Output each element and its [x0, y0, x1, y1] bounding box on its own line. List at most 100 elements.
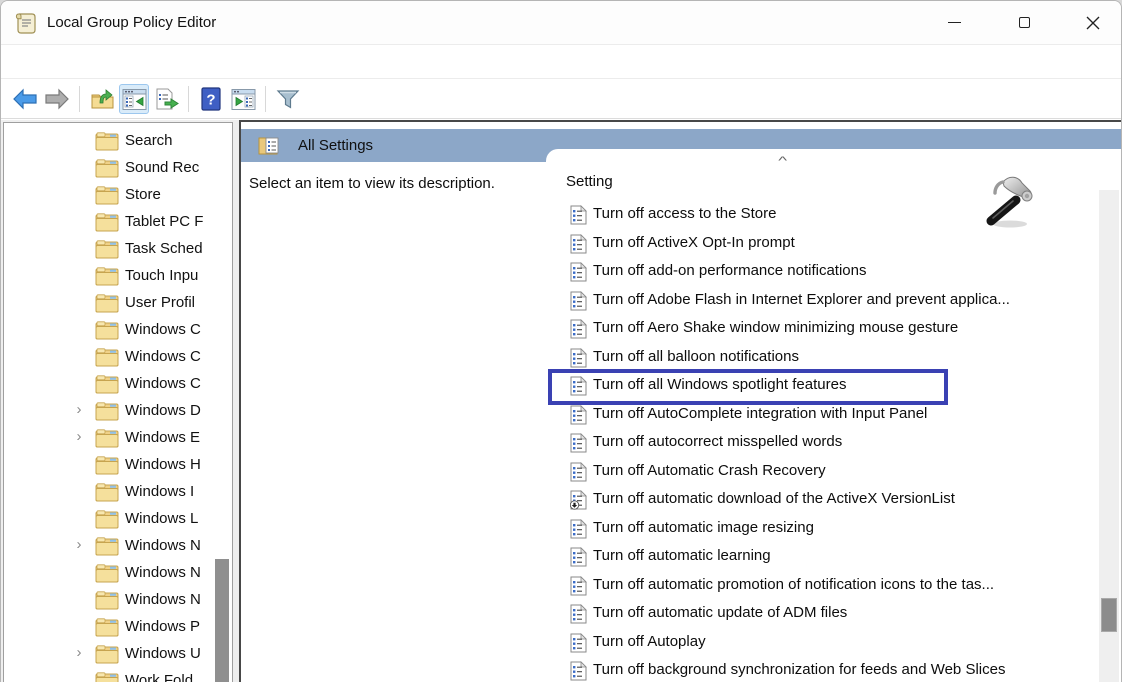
back-arrow-icon [12, 87, 38, 111]
tree-item[interactable]: › Sound Rec [4, 155, 232, 182]
settings-row-label: Turn off ActiveX Opt-In prompt [593, 234, 795, 251]
folder-icon [95, 456, 119, 475]
settings-row[interactable]: Turn off automatic update of ADM files [546, 600, 1097, 629]
folder-icon [95, 159, 119, 178]
sort-ascending-icon[interactable]: ^ [778, 155, 787, 167]
tree-item[interactable]: › Windows E [4, 425, 232, 452]
tree-item[interactable]: › Windows N [4, 533, 232, 560]
tree-item-label: Store [125, 186, 213, 203]
policy-icon [570, 234, 587, 254]
tree-item[interactable]: › Windows L [4, 506, 232, 533]
folder-icon [95, 672, 119, 682]
settings-row[interactable]: Turn off automatic promotion of notifica… [546, 572, 1097, 601]
tree-item-label: Work Fold [125, 672, 213, 682]
tree-item[interactable]: › Windows N [4, 587, 232, 614]
settings-row-label: Turn off automatic update of ADM files [593, 604, 847, 621]
show-console-tree-button[interactable] [119, 84, 149, 114]
export-list-button[interactable] [151, 84, 181, 114]
settings-row[interactable]: Turn off autocorrect misspelled words [546, 429, 1097, 458]
settings-row[interactable]: Turn off AutoComplete integration with I… [546, 401, 1097, 430]
tree-item[interactable]: › Task Sched [4, 236, 232, 263]
menu-item[interactable] [76, 59, 80, 65]
tree-item[interactable]: › Windows C [4, 344, 232, 371]
folder-icon [95, 186, 119, 205]
minimize-icon [948, 22, 961, 23]
policy-icon [570, 576, 587, 596]
tree-item[interactable]: › Store [4, 182, 232, 209]
policy-icon [570, 604, 587, 624]
close-icon [1086, 16, 1100, 30]
policy-icon [570, 262, 587, 282]
settings-row[interactable]: Turn off automatic image resizing [546, 515, 1097, 544]
settings-row[interactable]: Turn off background synchronization for … [546, 657, 1097, 682]
tree-item-label: Task Sched [125, 240, 213, 257]
settings-row[interactable]: Turn off automatic learning [546, 543, 1097, 572]
tree-item[interactable]: › User Profil [4, 290, 232, 317]
tree-item-label: Sound Rec [125, 159, 213, 176]
tree-item[interactable]: › Windows I [4, 479, 232, 506]
tree-item[interactable]: › Windows C [4, 317, 232, 344]
settings-row[interactable]: Turn off all balloon notifications [546, 344, 1097, 373]
help-icon: ? [200, 87, 222, 111]
policy-icon [570, 661, 587, 681]
toolbar-separator [188, 86, 189, 112]
folder-icon [95, 591, 119, 610]
tree-item[interactable]: › Windows P [4, 614, 232, 641]
tree-scrollbar-thumb[interactable] [215, 559, 229, 682]
show-action-pane-button[interactable] [228, 84, 258, 114]
menu-item[interactable] [18, 59, 22, 65]
settings-scrollbar[interactable] [1099, 190, 1119, 682]
folder-icon [95, 564, 119, 583]
hammer-icon [982, 171, 1044, 233]
expand-chevron-icon[interactable]: › [70, 644, 88, 661]
tree-item[interactable]: › Tablet PC F [4, 209, 232, 236]
forward-button[interactable] [42, 84, 72, 114]
menu-item[interactable] [105, 59, 109, 65]
help-button[interactable]: ? [196, 84, 226, 114]
tree-item[interactable]: › Windows N [4, 560, 232, 587]
settings-row[interactable]: Turn off ActiveX Opt-In prompt [546, 230, 1097, 259]
expand-chevron-icon[interactable]: › [70, 401, 88, 418]
tree-item[interactable]: › Work Fold [4, 668, 232, 682]
tree-scrollbar[interactable] [214, 123, 230, 682]
tree-item-label: Windows I [125, 483, 213, 500]
settings-row[interactable]: Turn off add-on performance notification… [546, 258, 1097, 287]
toolbar: ? [1, 80, 1121, 119]
tree-item[interactable]: › Windows H [4, 452, 232, 479]
setting-column-header[interactable]: Setting [566, 173, 613, 190]
settings-row-label: Turn off AutoComplete integration with I… [593, 405, 927, 422]
expand-chevron-icon[interactable]: › [70, 536, 88, 553]
settings-row[interactable]: Turn off automatic download of the Activ… [546, 486, 1097, 515]
policy-icon [570, 405, 587, 425]
tree-item[interactable]: › Windows C [4, 371, 232, 398]
settings-row-label: Turn off autocorrect misspelled words [593, 433, 842, 450]
maximize-button[interactable] [993, 1, 1055, 44]
expand-chevron-icon[interactable]: › [70, 428, 88, 445]
settings-row[interactable]: Turn off Aero Shake window minimizing mo… [546, 315, 1097, 344]
tree-item[interactable]: › Windows U [4, 641, 232, 668]
all-settings-folder-icon [258, 134, 284, 158]
tree-item[interactable]: › Search [4, 128, 232, 155]
tree-item[interactable]: › Windows D [4, 398, 232, 425]
description-text: Select an item to view its description. [249, 175, 495, 192]
tree-list: › Search › [4, 128, 232, 682]
back-button[interactable] [10, 84, 40, 114]
close-button[interactable] [1063, 1, 1122, 44]
up-one-level-button[interactable] [87, 84, 117, 114]
settings-scrollbar-thumb[interactable] [1101, 598, 1117, 632]
minimize-button[interactable] [923, 1, 985, 44]
settings-row[interactable]: Turn off all Windows spotlight features [546, 372, 1097, 401]
settings-row[interactable]: Turn off Automatic Crash Recovery [546, 458, 1097, 487]
menu-item[interactable] [47, 59, 51, 65]
tree-item-label: Windows U [125, 645, 213, 662]
folder-icon [95, 537, 119, 556]
folder-icon [95, 429, 119, 448]
settings-row-label: Turn off Adobe Flash in Internet Explore… [593, 291, 1010, 308]
svg-text:?: ? [206, 92, 215, 109]
settings-row[interactable]: Turn off Adobe Flash in Internet Explore… [546, 287, 1097, 316]
tree-item[interactable]: › Touch Inpu [4, 263, 232, 290]
settings-row-label: Turn off all balloon notifications [593, 348, 799, 365]
settings-row[interactable]: Turn off Autoplay [546, 629, 1097, 658]
filter-button[interactable] [273, 84, 303, 114]
tree-item-label: Windows C [125, 348, 213, 365]
